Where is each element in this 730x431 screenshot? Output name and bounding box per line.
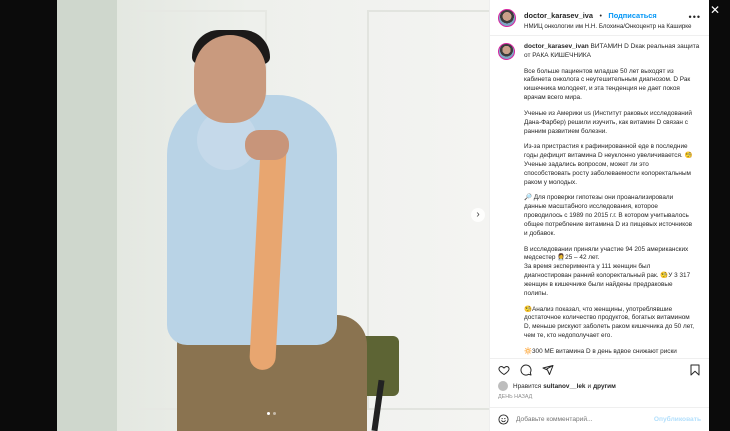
avatar[interactable] bbox=[498, 43, 515, 60]
likes-summary: Нравится sultanov__lek и другим bbox=[498, 381, 701, 391]
post-sidebar: doctor_karasev_iva • Подписаться НМИЦ он… bbox=[489, 0, 709, 431]
close-icon[interactable]: ✕ bbox=[710, 4, 722, 16]
caption-paragraph: Все больше пациентов младше 50 лет выход… bbox=[524, 67, 691, 102]
likes-user[interactable]: sultanov__lek bbox=[543, 383, 585, 390]
heart-icon[interactable] bbox=[498, 364, 510, 376]
caption-paragraph: 🔆300 МЕ витамина D в день вдвое снижают … bbox=[524, 347, 677, 355]
post-photo: › bbox=[57, 0, 489, 431]
post-location[interactable]: НМИЦ онкологии им Н.Н. Блохина/Онкоцентр… bbox=[524, 23, 692, 30]
avatar[interactable] bbox=[498, 381, 508, 391]
caption-title: doctor_karasev_ivan ВИТАМИН D Dкак реаль… bbox=[524, 43, 701, 61]
caption-paragraph: Ученые из Америки us (Институт раковых и… bbox=[524, 109, 692, 135]
caption-paragraph: Из-за пристрастия к рафинированной еде в… bbox=[524, 143, 693, 186]
post-header-names: doctor_karasev_iva • Подписаться НМИЦ он… bbox=[524, 5, 692, 31]
caption-paragraph: В исследовании приняли участие 94 205 ам… bbox=[524, 245, 691, 297]
carousel-dot bbox=[267, 412, 270, 415]
separator-dot: • bbox=[599, 12, 602, 20]
comment-input[interactable] bbox=[516, 416, 654, 423]
author-username[interactable]: doctor_karasev_iva bbox=[524, 11, 593, 20]
comment-box: Опубликовать bbox=[490, 407, 709, 431]
bookmark-icon[interactable] bbox=[689, 364, 701, 376]
photo-left-wall bbox=[57, 0, 117, 431]
likes-others[interactable]: другим bbox=[593, 383, 616, 390]
caption-paragraphs: Все больше пациентов младше 50 лет выход… bbox=[498, 68, 701, 355]
likes-and: и bbox=[587, 382, 592, 390]
photo-head bbox=[194, 35, 266, 123]
caption-paragraph: 🧐Анализ показал, что женщины, употребляв… bbox=[524, 305, 695, 340]
emoji-icon[interactable] bbox=[498, 414, 509, 425]
caption-header: doctor_karasev_ivan ВИТАМИН D Dкак реаль… bbox=[498, 43, 701, 61]
caption-paragraph: 🔎 Для проверки гипотезы они проанализиро… bbox=[524, 194, 693, 237]
caption-area[interactable]: doctor_karasev_ivan ВИТАМИН D Dкак реаль… bbox=[490, 37, 709, 355]
avatar[interactable] bbox=[498, 8, 516, 27]
photo-hand bbox=[245, 130, 289, 160]
post-modal: › doctor_karasev_iva • Подписаться НМИЦ … bbox=[57, 0, 709, 431]
post-comment-button[interactable]: Опубликовать bbox=[654, 416, 701, 423]
carousel-dots bbox=[267, 412, 276, 415]
comment-icon[interactable] bbox=[520, 364, 532, 376]
caption-username[interactable]: doctor_karasev_ivan bbox=[524, 43, 589, 50]
post-time: ДЕНЬ НАЗАД bbox=[498, 394, 533, 400]
action-bar bbox=[490, 358, 709, 380]
next-slide-button[interactable]: › bbox=[471, 208, 485, 222]
more-options-icon[interactable]: ••• bbox=[689, 12, 701, 22]
follow-button[interactable]: Подписаться bbox=[608, 11, 656, 20]
post-header: doctor_karasev_iva • Подписаться НМИЦ он… bbox=[490, 0, 709, 36]
share-icon[interactable] bbox=[542, 364, 554, 376]
likes-prefix: Нравится bbox=[513, 382, 542, 390]
carousel-dot bbox=[273, 412, 276, 415]
